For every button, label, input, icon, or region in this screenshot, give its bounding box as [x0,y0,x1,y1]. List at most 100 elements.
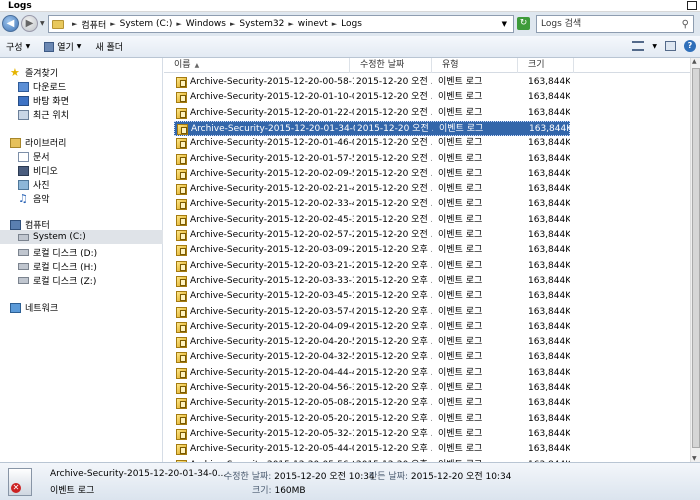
search-icon[interactable]: ⚲ [682,17,689,33]
file-row[interactable]: Archive-Security-2015-12-20-00-58-12... 2… [174,75,570,90]
computer-icon [10,219,21,230]
open-button[interactable]: 열기 ▼ [44,40,81,53]
recent-pages-dropdown[interactable]: ▼ [40,20,45,27]
file-size: 163,844KB [528,383,570,393]
file-row[interactable]: Archive-Security-2015-12-20-03-33-14... 2… [174,274,570,289]
file-row[interactable]: Archive-Security-2015-12-20-01-46-00... 2… [174,136,570,151]
breadcrumb-system-c[interactable]: System (C:) ► [120,19,186,29]
preview-pane-icon[interactable] [665,41,676,51]
chevron-down-icon[interactable]: ▼ [652,43,657,50]
sidebar-item-videos[interactable]: 비디오 [18,164,58,177]
file-date: 2015-12-20 오전 ... [356,153,432,164]
event-viewer-icon [44,41,55,52]
file-row[interactable]: Archive-Security-2015-12-20-04-56-37... 2… [174,381,570,396]
file-row[interactable]: Archive-Security-2015-12-20-01-57-56... 2… [174,152,570,167]
file-name: Archive-Security-2015-12-20-03-33-14... [190,275,354,286]
column-header-size[interactable]: 크기 [518,58,574,73]
sidebar-item-pictures[interactable]: 사진 [18,178,50,191]
scrollbar-thumb[interactable] [692,68,700,448]
file-row[interactable]: Archive-Security-2015-12-20-02-57-29... 2… [174,228,570,243]
organize-button[interactable]: 구성 ▼ [6,40,30,53]
breadcrumb-windows[interactable]: Windows ► [186,19,240,29]
new-folder-button[interactable]: 새 폴더 [95,40,123,53]
file-size: 163,844KB [528,153,570,164]
address-bar[interactable]: ► 컴퓨터 ► System (C:) ► Windows ► System32 ► w… [48,15,514,33]
file-row[interactable]: Archive-Security-2015-12-20-01-22-02... 2… [174,106,570,121]
music-icon: ♫ [18,191,28,205]
scroll-down-icon[interactable]: ▼ [692,455,697,462]
file-type: 이벤트 로그 [438,184,483,195]
breadcrumb-logs[interactable]: Logs [341,19,362,29]
sidebar-item-libraries[interactable]: 라이브러리 [10,136,66,149]
file-row[interactable]: Archive-Security-2015-12-20-05-44-06... 2… [174,442,570,457]
column-header-date[interactable]: 수정한 날짜 [350,58,432,73]
breadcrumb-computer[interactable]: 컴퓨터 ► [81,18,119,31]
file-type: 이벤트 로그 [438,199,483,210]
help-icon[interactable]: ? [684,40,696,52]
sidebar-item-documents[interactable]: 문서 [18,150,50,163]
column-header-name[interactable]: 이름 ▲ [164,58,350,73]
sidebar-item-drive-z[interactable]: 로컬 디스크 (Z:) [18,274,96,287]
file-date: 2015-12-20 오후 ... [356,398,432,409]
file-row[interactable]: Archive-Security-2015-12-20-02-21-46... 2… [174,182,570,197]
file-row[interactable]: Archive-Security-2015-12-20-04-09-05... 2… [174,320,570,335]
drive-icon [18,233,29,241]
file-size: 163,844KB [528,444,570,455]
sidebar-item-downloads[interactable]: 다운로드 [18,80,66,93]
file-row[interactable]: Archive-Security-2015-12-20-03-57-09... 2… [174,305,570,320]
file-name: Archive-Security-2015-12-20-01-10-05... [190,92,354,103]
file-row[interactable]: Archive-Security-2015-12-20-01-34-03... 2… [174,120,571,136]
file-row[interactable]: Archive-Security-2015-12-20-04-32-50... 2… [174,350,570,365]
file-size: 163,844KB [528,337,570,348]
file-row[interactable]: Archive-Security-2015-12-20-01-10-05... 2… [174,90,570,105]
file-row[interactable]: Archive-Security-2015-12-20-05-08-27... 2… [174,396,570,411]
file-row[interactable]: Archive-Security-2015-12-20-05-32-13... 2… [174,427,570,442]
sidebar-item-network[interactable]: 네트워크 [10,301,58,314]
breadcrumb-system32[interactable]: System32 ► [239,19,297,29]
event-log-file-icon [177,123,188,135]
file-row[interactable]: Archive-Security-2015-12-20-04-44-44... 2… [174,366,570,381]
vertical-scrollbar[interactable]: ▲ ▼ [690,58,700,462]
sidebar-item-music[interactable]: ♫ 음악 [18,191,50,206]
file-row[interactable]: Archive-Security-2015-12-20-02-33-41... 2… [174,197,570,212]
file-row[interactable]: Archive-Security-2015-12-20-05-20-20... 2… [174,412,570,427]
maximize-icon[interactable] [687,1,697,10]
sidebar-item-drive-h[interactable]: 로컬 디스크 (H:) [18,260,97,273]
sidebar-item-computer[interactable]: 컴퓨터 [10,218,50,231]
refresh-button[interactable]: ↻ [517,17,530,30]
breadcrumb-winevt[interactable]: winevt ► [298,19,341,29]
sort-ascending-icon: ▲ [194,62,200,69]
file-row[interactable]: Archive-Security-2015-12-20-02-45-34... 2… [174,213,570,228]
file-date: 2015-12-20 오후 ... [356,383,432,393]
forward-button[interactable]: ▶ [21,15,38,32]
sidebar-item-drive-d[interactable]: 로컬 디스크 (D:) [18,246,97,259]
file-row[interactable]: Archive-Security-2015-12-20-02-09-52... 2… [174,167,570,182]
event-log-file-icon [176,184,187,196]
back-button[interactable]: ◀ [2,15,19,32]
search-input[interactable]: Logs 검색 ⚲ [536,15,694,33]
scroll-up-icon[interactable]: ▲ [692,58,697,65]
file-size: 163,844KB [528,352,570,363]
documents-icon [18,151,29,162]
file-row[interactable]: Archive-Security-2015-12-20-04-20-58... 2… [174,335,570,350]
sidebar-item-favorites[interactable]: ★ 즐겨찾기 [10,66,58,80]
file-row[interactable]: Archive-Security-2015-12-20-03-09-27... 2… [174,243,570,258]
network-icon [10,302,21,313]
file-name: Archive-Security-2015-12-20-04-44-44... [190,367,354,378]
sidebar-item-system-c[interactable]: System (C:) [18,232,86,242]
file-type: 이벤트 로그 [438,153,483,164]
file-row[interactable]: Archive-Security-2015-12-20-03-21-21... 2… [174,259,570,274]
view-options-icon[interactable] [632,41,645,51]
drive-icon [18,249,29,256]
address-dropdown-icon[interactable]: ▼ [502,20,507,28]
file-name: Archive-Security-2015-12-20-02-09-52... [190,168,354,179]
file-size: 163,844KB [528,214,570,225]
file-name: Archive-Security-2015-12-20-04-09-05... [190,321,354,332]
sidebar-item-desktop[interactable]: 바탕 화면 [18,94,69,107]
event-log-file-icon [176,291,187,303]
file-row[interactable]: Archive-Security-2015-12-20-03-45-10... 2… [174,289,570,304]
sidebar-item-recent-places[interactable]: 최근 위치 [18,108,69,121]
column-header-type[interactable]: 유형 [432,58,518,73]
file-name: Archive-Security-2015-12-20-03-57-09... [190,306,354,317]
file-name: Archive-Security-2015-12-20-01-34-03... [191,123,355,134]
